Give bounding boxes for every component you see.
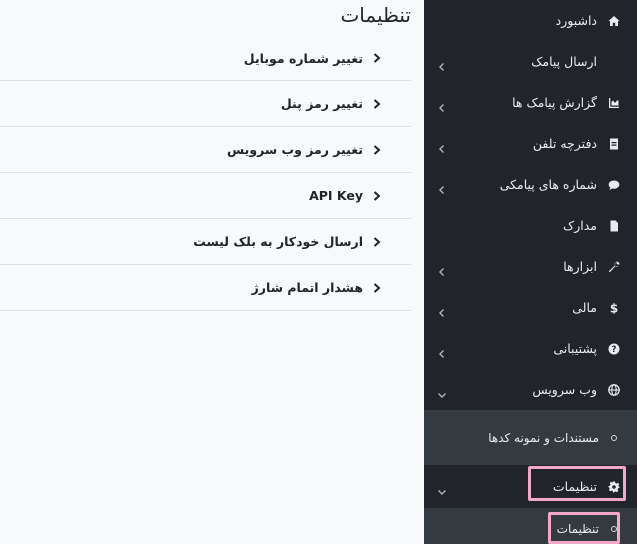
sidebar-item-settings[interactable]: تنظیمات: [424, 465, 637, 508]
sidebar-subitem-label: تنظیمات: [556, 521, 599, 536]
setting-change-mobile[interactable]: تغییر شماره موبایل: [0, 36, 411, 81]
sidebar: داشبورد ارسال پیامک گزارش پیامک ها دفترچ…: [424, 0, 637, 544]
chevron-down-icon: [437, 385, 447, 398]
setting-label: تغییر رمز پنل: [280, 96, 363, 111]
sidebar-item-finance[interactable]: $ مالی: [424, 287, 637, 328]
settings-accordion: تغییر شماره موبایل تغییر رمز پنل تغییر ر…: [0, 36, 411, 311]
globe-icon: [607, 383, 621, 397]
sidebar-item-sms-reports[interactable]: گزارش پیامک ها: [424, 82, 637, 123]
sidebar-item-label: پشتیبانی: [553, 341, 597, 356]
setting-label: تغییر شماره موبایل: [243, 50, 363, 66]
home-icon: [607, 14, 621, 28]
sidebar-item-label: مالی: [572, 300, 597, 315]
svg-text:$: $: [610, 302, 618, 314]
sidebar-item-label: وب سرویس: [532, 382, 597, 397]
sidebar-item-label: دفترچه تلفن: [532, 136, 597, 151]
gear-icon: [607, 480, 621, 494]
sidebar-item-documents[interactable]: مدارک: [424, 205, 637, 246]
chevron-left-icon: [437, 57, 447, 71]
dollar-icon: $: [607, 301, 621, 315]
chevron-left-icon: [437, 180, 447, 194]
chevron-down-icon: [437, 482, 447, 495]
chevron-left-icon: [437, 344, 447, 358]
sidebar-item-label: گزارش پیامک ها: [512, 95, 597, 110]
sidebar-item-support[interactable]: ? پشتیبانی: [424, 328, 637, 369]
chevron-right-icon: [370, 190, 384, 201]
page-title: تنظیمات: [340, 3, 411, 27]
setting-change-panel-password[interactable]: تغییر رمز پنل: [0, 81, 411, 127]
chevron-right-icon: [370, 98, 384, 109]
sidebar-item-label: مدارک: [563, 218, 597, 233]
setting-auto-blacklist[interactable]: ارسال خودکار به بلک لیست: [0, 219, 411, 265]
sidebar-item-dashboard[interactable]: داشبورد: [424, 0, 637, 41]
chevron-left-icon: [437, 98, 447, 112]
setting-label: API Key: [309, 188, 363, 203]
sidebar-item-send-sms[interactable]: ارسال پیامک: [424, 41, 637, 82]
chat-icon: [607, 178, 621, 192]
main-content: تنظیمات تغییر شماره موبایل تغییر رمز پنل…: [0, 0, 424, 544]
sidebar-item-label: ابزارها: [563, 259, 597, 274]
question-icon: ?: [607, 342, 621, 356]
file-icon: [607, 219, 621, 233]
chevron-left-icon: [437, 303, 447, 317]
setting-api-key[interactable]: API Key: [0, 173, 411, 219]
address-book-icon: [607, 137, 621, 151]
sidebar-item-phonebook[interactable]: دفترچه تلفن: [424, 123, 637, 164]
sidebar-subitem-label: مستندات و نمونه کدها: [488, 430, 599, 445]
sidebar-item-webservice[interactable]: وب سرویس: [424, 369, 637, 410]
send-icon: [607, 55, 621, 69]
svg-text:?: ?: [612, 345, 617, 355]
circle-icon: [611, 525, 617, 532]
chevron-right-icon: [370, 53, 384, 63]
chevron-right-icon: [370, 144, 384, 155]
wrench-icon: [607, 260, 621, 274]
sidebar-item-label: داشبورد: [555, 13, 597, 28]
setting-label: هشدار اتمام شارژ: [251, 280, 363, 295]
sidebar-item-label: تنظیمات: [552, 479, 597, 494]
setting-label: ارسال خودکار به بلک لیست: [193, 234, 363, 249]
setting-change-webservice-password[interactable]: تغییر رمز وب سرویس: [0, 127, 411, 173]
circle-icon: [611, 434, 617, 441]
chevron-right-icon: [370, 282, 384, 293]
setting-low-credit-alert[interactable]: هشدار اتمام شارژ: [0, 265, 411, 311]
sidebar-item-sms-numbers[interactable]: شماره های پیامکی: [424, 164, 637, 205]
chevron-left-icon: [437, 139, 447, 153]
chevron-left-icon: [437, 262, 447, 276]
sidebar-item-tools[interactable]: ابزارها: [424, 246, 637, 287]
chevron-right-icon: [370, 236, 384, 247]
sidebar-item-label: شماره های پیامکی: [499, 177, 597, 192]
sidebar-subitem-docs-samples[interactable]: مستندات و نمونه کدها: [424, 410, 637, 465]
sidebar-subitem-settings[interactable]: تنظیمات: [424, 508, 637, 544]
sidebar-item-label: ارسال پیامک: [531, 54, 597, 69]
setting-label: تغییر رمز وب سرویس: [226, 142, 363, 157]
chart-icon: [607, 96, 621, 110]
